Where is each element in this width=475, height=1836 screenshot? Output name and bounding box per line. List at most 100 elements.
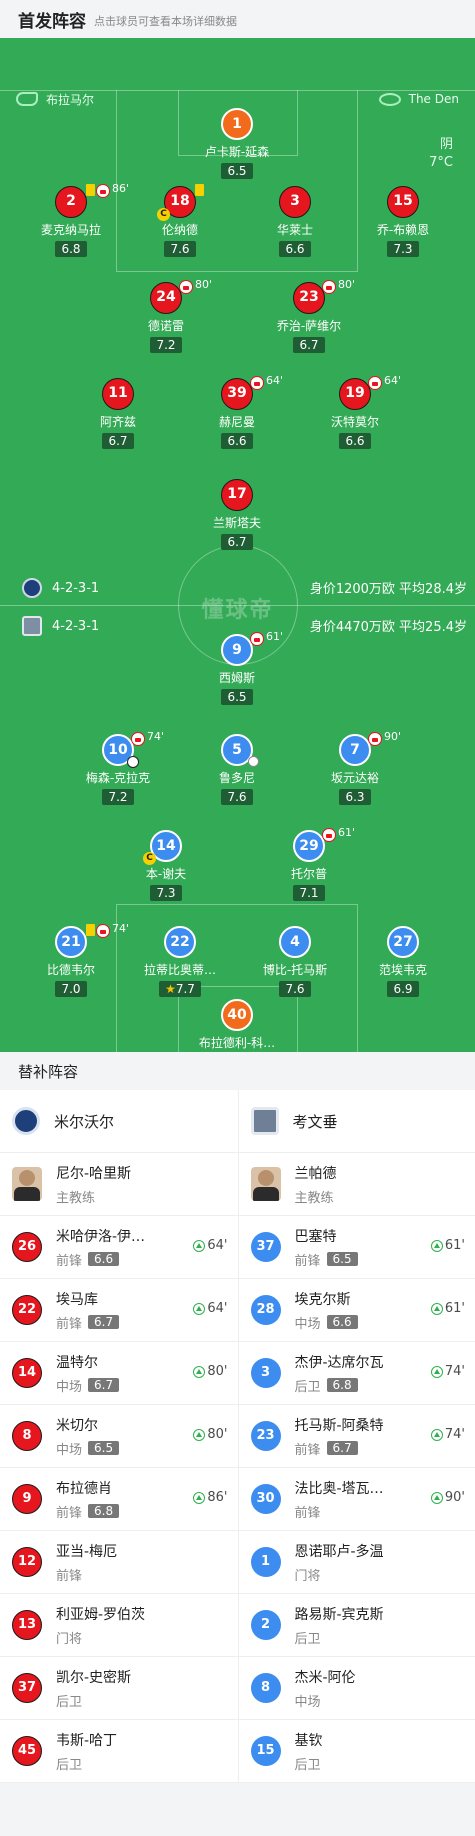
sub-number: 37 (12, 1673, 42, 1703)
away-player-10[interactable]: 40布拉德利-科…6.8 (182, 999, 292, 1052)
away-sub-row-0[interactable]: 37 巴塞特 前锋 6.5 61' (238, 1216, 475, 1279)
away-player-2[interactable]: 5 鲁多尼 7.6 (182, 734, 292, 805)
home-player-9[interactable]: 19 64' 沃特莫尔 6.6 (300, 374, 410, 449)
player-number: 4 (279, 926, 311, 958)
sub-name: 基钦 (294, 1732, 323, 1749)
away-player-1[interactable]: 10 74' 梅森-克拉克 7.2 (63, 730, 173, 805)
home-player-8[interactable]: 39 64' 赫尼曼 6.6 (182, 374, 292, 449)
sub-in-time: 86' (207, 1490, 228, 1505)
home-player-7[interactable]: 11 阿齐兹 6.7 (63, 378, 173, 449)
rating-badge: 6.3 (339, 789, 371, 805)
home-sub-row-5[interactable]: 12 亚当-梅厄 前锋 (0, 1531, 238, 1594)
away-coach-name: 兰帕德 (294, 1165, 337, 1182)
lineup-subtitle: 点击球员可查看本场详细数据 (94, 14, 237, 28)
player-name: 博比-托马斯 (262, 963, 328, 977)
away-player-9[interactable]: 27 范埃韦克 6.9 (348, 926, 458, 997)
away-sub-row-5[interactable]: 1 恩诺耶卢-多温 门将 (238, 1531, 475, 1594)
away-club-row[interactable]: 考文垂 (238, 1090, 475, 1153)
sub-in-time: 80' (207, 1427, 228, 1442)
player-name: 比德韦尔 (46, 963, 95, 977)
player-rating: 6.8 (61, 242, 81, 256)
home-coach-row[interactable]: 尼尔-哈里斯 主教练 (0, 1153, 238, 1216)
sub-number: 28 (250, 1295, 281, 1325)
sub-out-time: 64' (384, 374, 402, 387)
sub-meta: 中场 (295, 1691, 415, 1710)
home-player-0[interactable]: 1 卢卡斯-延森 6.5 (182, 108, 292, 179)
away-player-5[interactable]: 29 61' 托尔普 7.1 (254, 826, 364, 901)
home-club-row[interactable]: 米尔沃尔 (0, 1090, 238, 1153)
sub-number: 8 (12, 1421, 42, 1451)
away-sub-row-7[interactable]: 8 杰米-阿伦 中场 (238, 1657, 475, 1720)
sub-position: 后卫 (56, 1694, 83, 1710)
sub-position: 门将 (56, 1631, 83, 1647)
player-rating: 6.6 (227, 434, 247, 448)
whistle-icon (16, 92, 38, 106)
sub-out-time: 80' (338, 278, 356, 291)
sub-in: 74' (430, 1364, 465, 1379)
home-player-2[interactable]: 18 C 伦纳德 7.6 (125, 184, 235, 257)
sub-meta: 前锋 6.7 (295, 1439, 415, 1458)
home-player-6[interactable]: 23 80' 乔治-萨维尔 6.7 (254, 278, 364, 353)
away-sub-row-8[interactable]: 15 基钦 后卫 (238, 1720, 475, 1783)
sub-in-time: 61' (444, 1238, 465, 1253)
away-sub-row-2[interactable]: 3 杰伊-达席尔瓦 后卫 6.8 74' (238, 1342, 475, 1405)
player-name: 范埃韦克 (378, 963, 427, 977)
captain-badge: C (143, 852, 156, 865)
millwall-logo-icon (12, 1107, 40, 1135)
home-sub-row-0[interactable]: 26 米哈伊洛-伊… 前锋 6.6 64' (0, 1216, 238, 1279)
away-player-6[interactable]: 21 74' 比德韦尔 7.0 (16, 922, 129, 997)
sub-in: 61' (430, 1301, 465, 1316)
away-sub-row-1[interactable]: 28 埃克尔斯 中场 6.6 61' (238, 1279, 475, 1342)
home-player-10[interactable]: 17 兰斯塔夫 6.7 (182, 479, 292, 550)
sub-number: 37 (250, 1232, 281, 1262)
player-name: 伦纳德 (161, 223, 198, 237)
sub-name: 米切尔 (56, 1417, 98, 1434)
sub-in: 86' (193, 1490, 228, 1505)
rating-badge: 6.6 (221, 433, 253, 449)
substituted-out-icon (322, 828, 336, 842)
home-sub-row-4[interactable]: 9 布拉德肖 前锋 6.8 86' (0, 1468, 238, 1531)
away-sub-row-4[interactable]: 30 法比奥-塔瓦… 前锋 90' (238, 1468, 475, 1531)
player-name: 赫尼曼 (218, 415, 255, 429)
lineup-title: 首发阵容 (18, 11, 86, 32)
home-sub-row-6[interactable]: 13 利亚姆-罗伯茨 门将 (0, 1594, 238, 1657)
home-sub-row-3[interactable]: 8 米切尔 中场 6.5 80' (0, 1405, 238, 1468)
away-player-8[interactable]: 4 博比-托马斯 7.6 (240, 926, 350, 997)
away-player-3[interactable]: 7 90' 坂元达裕 6.3 (300, 730, 410, 805)
sub-in: 64' (193, 1238, 228, 1253)
away-player-7[interactable]: 22 拉蒂比奥蒂… ★7.7 (125, 926, 235, 997)
away-player-4[interactable]: 14 C 本-谢夫 7.3 (111, 830, 221, 901)
sub-out-time: 61' (338, 826, 356, 839)
sub-meta: 门将 (295, 1565, 415, 1584)
home-subs-column: 米尔沃尔 尼尔-哈里斯 主教练 26 米哈伊洛-伊… 前锋 6.6 64' 22 埃马库 前锋… (0, 1090, 238, 1783)
sub-number: 12 (12, 1547, 42, 1577)
sub-out-time: 61' (266, 630, 284, 643)
player-rating: 6.7 (299, 338, 319, 352)
home-sub-row-1[interactable]: 22 埃马库 前锋 6.7 64' (0, 1279, 238, 1342)
pitch: 布拉马尔 The Den 阴 7°C 懂球帝 4-2-3-1 身价1200万欧 … (0, 38, 475, 1052)
millwall-crest-icon (22, 578, 42, 598)
home-sub-row-2[interactable]: 14 温特尔 中场 6.7 80' (0, 1342, 238, 1405)
sub-name: 法比奥-塔瓦… (294, 1480, 384, 1497)
player-name: 坂元达裕 (330, 771, 379, 785)
away-sub-row-6[interactable]: 2 路易斯-宾克斯 后卫 (238, 1594, 475, 1657)
away-player-0[interactable]: 9 61' 西姆斯 6.5 (182, 630, 292, 705)
player-number: 17 (221, 479, 253, 511)
home-player-3[interactable]: 3 华莱士 6.6 (240, 186, 350, 257)
captain-badge: C (157, 208, 170, 221)
away-sub-row-3[interactable]: 23 托马斯-阿桑特 前锋 6.7 74' (238, 1405, 475, 1468)
home-sub-row-7[interactable]: 37 凯尔-史密斯 后卫 (0, 1657, 238, 1720)
away-coach-row[interactable]: 兰帕德 主教练 (238, 1153, 475, 1216)
home-player-5[interactable]: 24 80' 德诺雷 7.2 (111, 278, 221, 353)
player-number: 29 (293, 830, 325, 862)
player-number: 21 (55, 926, 87, 958)
home-player-4[interactable]: 15 乔-布赖恩 7.3 (348, 186, 458, 257)
sub-rating: 6.6 (326, 1315, 358, 1329)
player-name: 阿齐兹 (99, 415, 136, 429)
sub-rating: 6.7 (88, 1378, 120, 1392)
rating-badge: 7.3 (387, 241, 419, 257)
player-rating: 6.6 (285, 242, 305, 256)
home-sub-row-8[interactable]: 45 韦斯-哈丁 后卫 (0, 1720, 238, 1783)
sub-number: 9 (12, 1484, 42, 1514)
home-player-1[interactable]: 2 86' 麦克纳马拉 6.8 (16, 182, 129, 257)
